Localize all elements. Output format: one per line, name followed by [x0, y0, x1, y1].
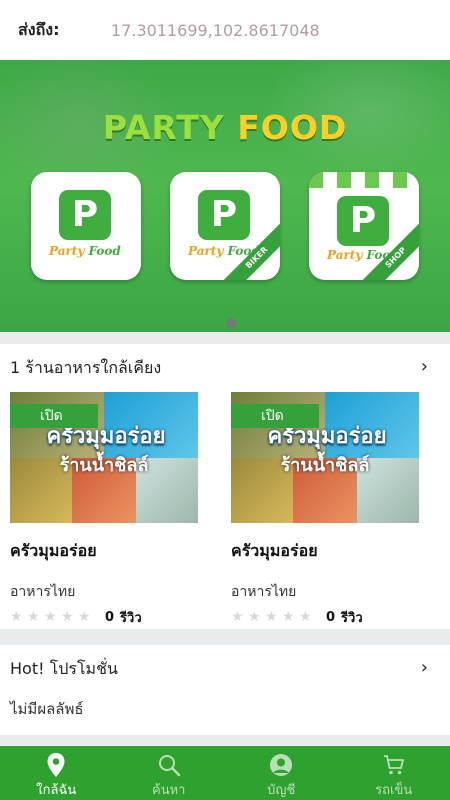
user-icon: [225, 752, 338, 778]
restaurant-rating: ★ ★ ★ ★ ★ 0 รีวิว: [231, 607, 419, 627]
star-icon: ★: [282, 609, 295, 625]
restaurant-rating: ★ ★ ★ ★ ★ 0 รีวิว: [10, 607, 198, 627]
app-tile-party-food[interactable]: P Party Food: [31, 172, 141, 280]
tab-label: บัญชี: [267, 783, 296, 798]
delivery-header[interactable]: ส่งถึง: 17.3011699,102.8617048: [0, 0, 450, 60]
star-icon: ★: [265, 609, 278, 625]
star-icon: ★: [78, 609, 91, 625]
nearby-restaurants-section: 1 ร้านอาหารใกล้เคียง › ครัวมุมอร่อย ร้าน…: [0, 344, 450, 629]
nearby-section-title: 1 ร้านอาหารใกล้เคียง: [10, 358, 162, 377]
review-label: รีวิว: [341, 610, 363, 626]
tab-label: ใกล้ฉัน: [36, 783, 77, 798]
app-tile-biker[interactable]: P Party Food BIKER: [170, 172, 280, 280]
review-label: รีวิว: [120, 610, 142, 626]
brand-word-party: PARTY: [102, 108, 225, 147]
star-icon: ★: [299, 609, 312, 625]
p-logo-icon: P: [59, 190, 111, 240]
tab-cart[interactable]: รถเข็น: [338, 746, 450, 800]
open-status-badge: เปิด: [10, 404, 98, 428]
promotions-section: Hot! โปรโมชั่น › ไม่มีผลลัพธ์: [0, 645, 450, 735]
open-status-badge: เปิด: [231, 404, 319, 428]
restaurant-image: ครัวมุมอร่อย ร้านน้ำชิลล์ เปิด: [10, 392, 198, 523]
promotions-title: Hot! โปรโมชั่น: [10, 659, 118, 678]
star-icon: ★: [248, 609, 261, 625]
star-icon: ★: [10, 609, 23, 625]
app-tile-shop[interactable]: P Party Food SHOP: [309, 172, 419, 280]
delivery-coordinates[interactable]: 17.3011699,102.8617048: [111, 21, 320, 40]
chevron-right-icon[interactable]: ›: [421, 657, 428, 678]
tab-account[interactable]: บัญชี: [225, 746, 338, 800]
star-icon: ★: [27, 609, 40, 625]
restaurant-card[interactable]: ครัวมุมอร่อย ร้านน้ำชิลล์ เปิด ครัวมุมอร…: [231, 392, 419, 627]
chevron-right-icon[interactable]: ›: [421, 356, 428, 377]
tab-nearby[interactable]: ใกล้ฉัน: [0, 746, 113, 800]
search-icon: [113, 752, 226, 778]
app-logo-text: Party Food: [49, 244, 121, 258]
review-count: 0: [326, 609, 336, 625]
shop-awning-icon: [309, 172, 419, 188]
image-shop-subtitle: ร้านน้ำชิลล์: [59, 455, 149, 476]
cart-icon: [338, 752, 450, 778]
star-icon: ★: [61, 609, 74, 625]
promotions-empty-text: ไม่มีผลลัพธ์: [10, 700, 84, 718]
review-count: 0: [105, 609, 115, 625]
restaurant-name: ครัวมุมอร่อย: [10, 541, 97, 560]
tab-label: รถเข็น: [375, 783, 413, 798]
restaurant-card[interactable]: ครัวมุมอร่อย ร้านน้ำชิลล์ เปิด ครัวมุมอร…: [10, 392, 198, 627]
location-pin-icon: [0, 752, 113, 778]
tab-label: ค้นหา: [152, 783, 186, 798]
bottom-tab-bar: ใกล้ฉัน ค้นหา บัญชี รถเข็น: [0, 746, 450, 800]
star-icon: ★: [44, 609, 57, 625]
deliver-to-label: ส่งถึง:: [18, 19, 60, 39]
image-shop-subtitle: ร้านน้ำชิลล์: [280, 455, 370, 476]
star-icon: ★: [231, 609, 244, 625]
brand-word-food: FOOD: [237, 108, 348, 147]
p-logo-icon: P: [198, 190, 250, 240]
carousel-page-dot[interactable]: [226, 318, 236, 328]
restaurant-image: ครัวมุมอร่อย ร้านน้ำชิลล์ เปิด: [231, 392, 419, 523]
party-food-logo: PARTY FOOD: [0, 108, 450, 147]
promo-banner[interactable]: PARTY FOOD P Party Food P Party Food BIK…: [0, 60, 450, 332]
p-logo-icon: P: [337, 196, 389, 246]
restaurant-name: ครัวมุมอร่อย: [231, 541, 318, 560]
restaurant-category: อาหารไทย: [10, 584, 76, 600]
restaurant-category: อาหารไทย: [231, 584, 297, 600]
tab-search[interactable]: ค้นหา: [113, 746, 226, 800]
